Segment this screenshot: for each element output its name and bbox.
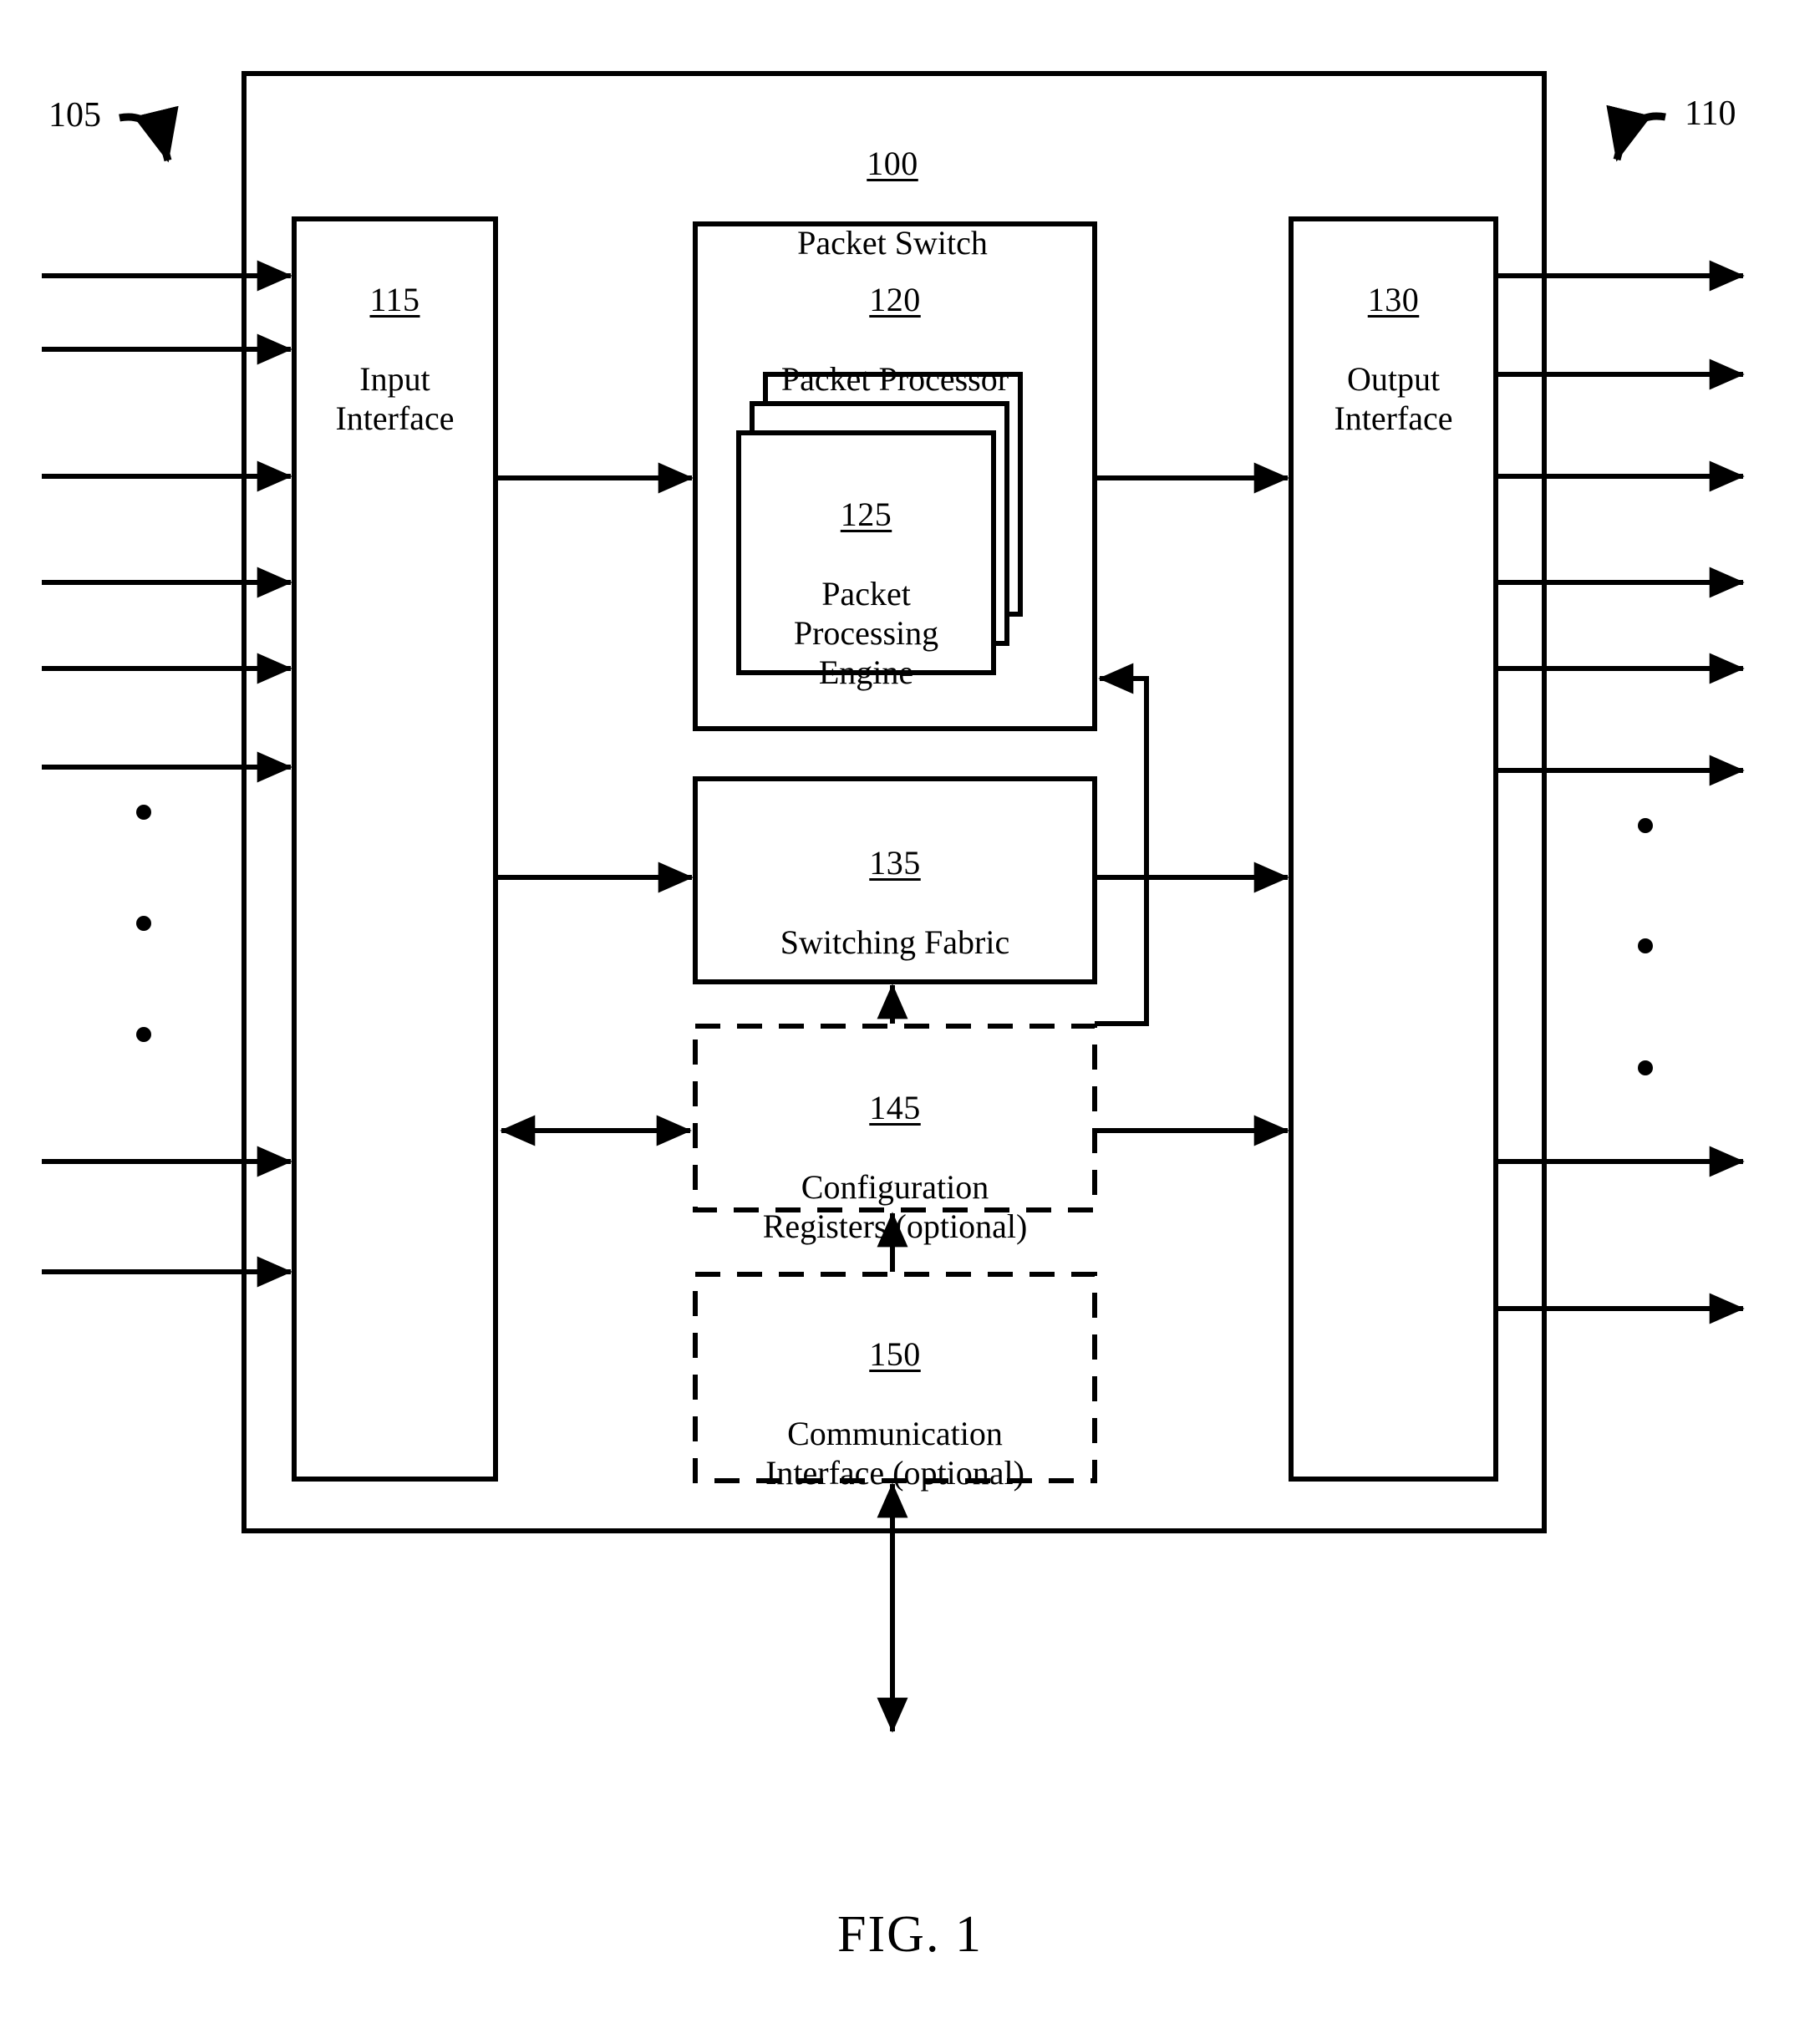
input-interface-block: [292, 216, 498, 1482]
figure-caption: FIG. 1: [837, 1906, 983, 1963]
lead-line-110: [1606, 104, 1666, 162]
output-signal-arrows: [1496, 260, 1745, 1324]
patent-figure: 100 Packet Switch 115 Input Interface 12…: [0, 0, 1820, 2018]
output-ellipsis-dots: [1638, 818, 1653, 1075]
feedback-config-to-packet-processor: [1095, 663, 1149, 1026]
packet-processing-engine-block: [736, 430, 996, 675]
communication-interface-block: [693, 1272, 1097, 1483]
packet-switch-container: [241, 71, 1547, 1533]
reference-label-105: 105: [48, 96, 101, 135]
configuration-registers-block: [693, 1024, 1097, 1212]
input-signal-arrows: [42, 260, 292, 1288]
diagram-canvas: [42, 71, 1745, 1733]
output-interface-block: [1289, 216, 1498, 1482]
reference-label-110: 110: [1685, 94, 1736, 133]
input-ellipsis-dots: [136, 805, 151, 1042]
switching-fabric-block: [693, 776, 1097, 984]
lead-line-105: [119, 105, 179, 163]
